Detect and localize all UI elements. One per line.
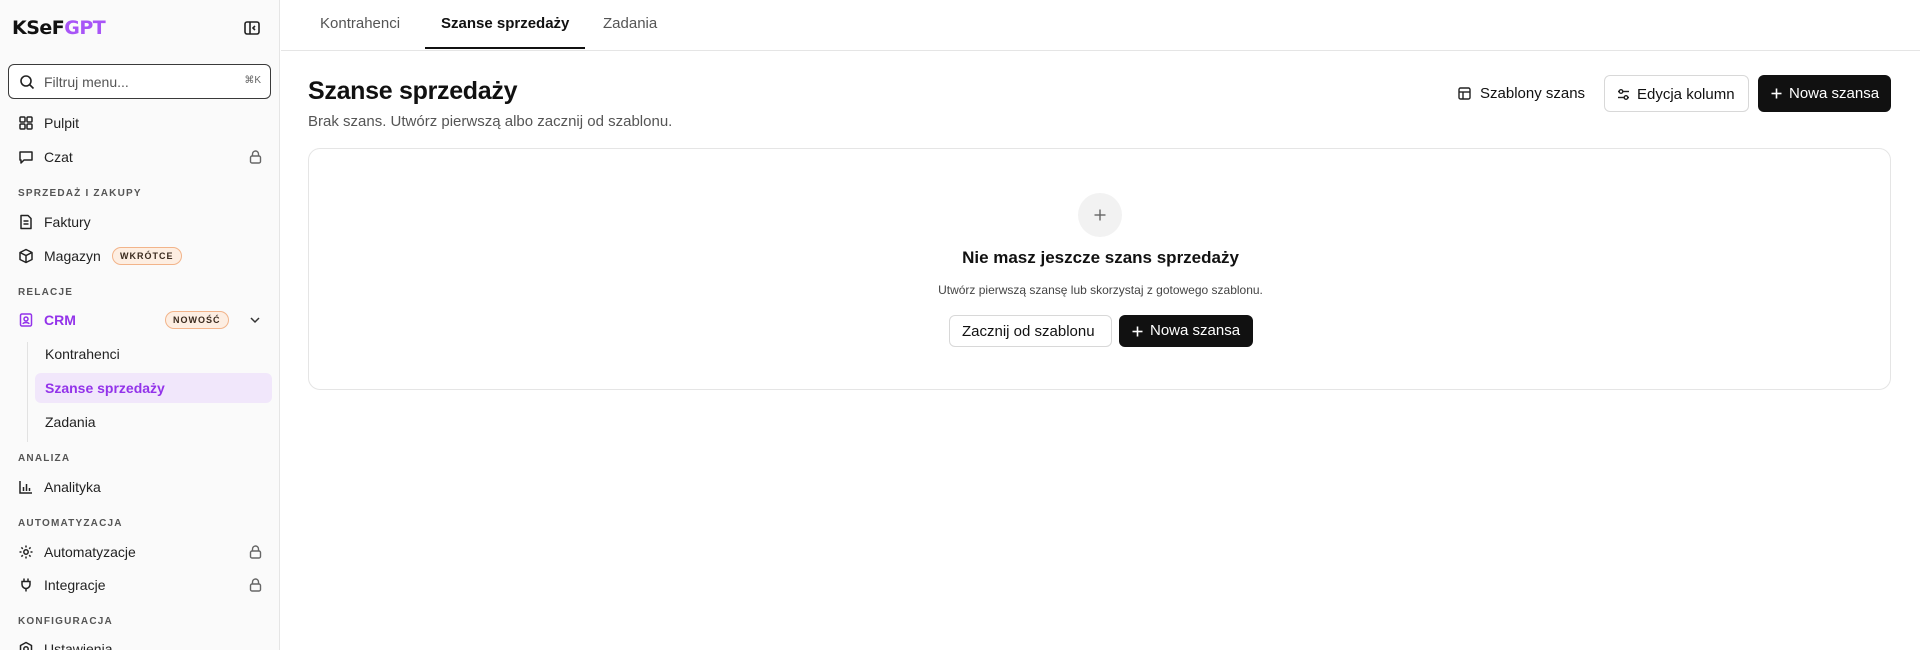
sidebar-subitem-szanse-sprzedazy[interactable]: Szanse sprzedaży xyxy=(35,373,272,403)
tab-zadania[interactable]: Zadania xyxy=(603,15,657,32)
settings-icon xyxy=(19,641,33,650)
templates-button[interactable]: Szablony szans xyxy=(1448,75,1590,112)
submenu-guide-line xyxy=(27,342,28,442)
sidebar-item-crm[interactable]: CRM NOWOŚĆ xyxy=(8,305,272,335)
section-label-relacje: RELACJE xyxy=(18,287,74,298)
sidebar-subitem-label: Zadania xyxy=(45,414,96,430)
sidebar-subitem-kontrahenci[interactable]: Kontrahenci xyxy=(35,339,272,369)
filter-menu-field[interactable]: ⌘K xyxy=(8,64,271,99)
sidebar-item-label: Faktury xyxy=(44,214,91,230)
chevron-down-icon[interactable] xyxy=(248,313,262,327)
sidebar-item-label: Czat xyxy=(44,149,73,165)
brand-row: KSeFGPT xyxy=(12,16,268,40)
active-tab-indicator xyxy=(425,47,585,49)
lock-icon xyxy=(249,578,262,592)
settings-gear-icon xyxy=(19,545,33,559)
empty-state-plus-badge xyxy=(1078,193,1122,237)
tab-bar: Kontrahenci Szanse sprzedaży Zadania xyxy=(281,0,1920,51)
package-icon xyxy=(19,248,33,264)
empty-state-description: Utwórz pierwszą szansę lub skorzystaj z … xyxy=(938,283,1263,297)
sidebar-item-label: Automatyzacje xyxy=(44,544,136,560)
sidebar-item-automatyzacje[interactable]: Automatyzacje xyxy=(8,537,272,567)
sidebar: KSeFGPT ⌘K Pulpit Czat SPRZEDAŻ I ZAKUPY… xyxy=(0,0,280,650)
section-label-konfiguracja: KONFIGURACJA xyxy=(18,616,113,627)
sidebar-item-czat[interactable]: Czat xyxy=(8,142,272,172)
plug-icon xyxy=(21,578,31,592)
main-content: Kontrahenci Szanse sprzedaży Zadania Sza… xyxy=(281,0,1920,650)
tab-kontrahenci[interactable]: Kontrahenci xyxy=(320,15,400,32)
plus-icon xyxy=(1132,326,1143,337)
plus-icon xyxy=(1094,209,1106,221)
new-opportunity-button[interactable]: Nowa szansa xyxy=(1758,75,1891,112)
section-label-sprzedaz: SPRZEDAŻ I ZAKUPY xyxy=(18,188,142,199)
templates-button-label: Szablony szans xyxy=(1480,85,1586,102)
new-badge: NOWOŚĆ xyxy=(165,311,229,329)
bar-chart-icon xyxy=(19,481,32,494)
chat-icon xyxy=(19,151,33,164)
new-opportunity-button-label: Nowa szansa xyxy=(1789,85,1880,102)
keyboard-shortcut-hint: ⌘K xyxy=(244,75,261,86)
section-label-automatyzacja: AUTOMATYZACJA xyxy=(18,518,123,529)
filter-menu-input[interactable] xyxy=(44,71,234,93)
sidebar-item-label: Integracje xyxy=(44,577,106,593)
sidebar-item-magazyn[interactable]: Magazyn WKRÓTCE xyxy=(8,241,272,271)
edit-columns-button[interactable]: Edycja kolumn xyxy=(1604,75,1749,112)
sidebar-item-label: Magazyn xyxy=(44,248,101,264)
app-logo[interactable]: KSeFGPT xyxy=(12,17,106,39)
invoice-icon xyxy=(20,214,32,230)
lock-icon xyxy=(249,545,262,559)
sliders-icon xyxy=(1618,89,1629,100)
contacts-icon xyxy=(19,313,33,327)
sidebar-item-label: Pulpit xyxy=(44,115,80,131)
start-from-template-button[interactable]: Zacznij od szablonu xyxy=(949,315,1112,347)
empty-state-card: Nie masz jeszcze szans sprzedaży Utwórz … xyxy=(308,148,1891,390)
sidebar-item-label: CRM xyxy=(44,312,76,328)
empty-state-title: Nie masz jeszcze szans sprzedaży xyxy=(962,248,1239,267)
empty-new-opportunity-label: Nowa szansa xyxy=(1150,322,1241,339)
search-icon xyxy=(20,75,35,90)
sidebar-toggle-icon[interactable] xyxy=(243,19,261,37)
empty-new-opportunity-button[interactable]: Nowa szansa xyxy=(1119,315,1253,347)
sidebar-subitem-label: Szanse sprzedaży xyxy=(45,380,165,396)
sidebar-item-faktury[interactable]: Faktury xyxy=(8,207,272,237)
sidebar-item-integracje[interactable]: Integracje xyxy=(8,570,272,600)
sidebar-item-ustawienia[interactable]: Ustawienia xyxy=(8,634,272,650)
tab-szanse-sprzedazy[interactable]: Szanse sprzedaży xyxy=(441,15,569,32)
page-title: Szanse sprzedaży xyxy=(308,77,518,105)
plus-icon xyxy=(1771,88,1782,99)
sidebar-item-label: Analityka xyxy=(44,479,101,495)
section-label-analiza: ANALIZA xyxy=(18,453,71,464)
coming-soon-badge: WKRÓTCE xyxy=(112,247,182,265)
sidebar-item-label: Ustawienia xyxy=(44,641,113,650)
page-subtitle: Brak szans. Utwórz pierwszą albo zacznij… xyxy=(308,113,673,130)
sidebar-item-analityka[interactable]: Analityka xyxy=(8,472,272,502)
templates-icon xyxy=(1458,87,1471,100)
sidebar-subitem-label: Kontrahenci xyxy=(45,346,120,362)
sidebar-item-pulpit[interactable]: Pulpit xyxy=(8,108,272,138)
edit-columns-button-label: Edycja kolumn xyxy=(1637,86,1735,103)
sidebar-subitem-zadania[interactable]: Zadania xyxy=(35,407,272,437)
start-from-template-label: Zacznij od szablonu xyxy=(962,323,1095,340)
dashboard-icon xyxy=(19,116,33,130)
lock-icon xyxy=(249,150,262,164)
